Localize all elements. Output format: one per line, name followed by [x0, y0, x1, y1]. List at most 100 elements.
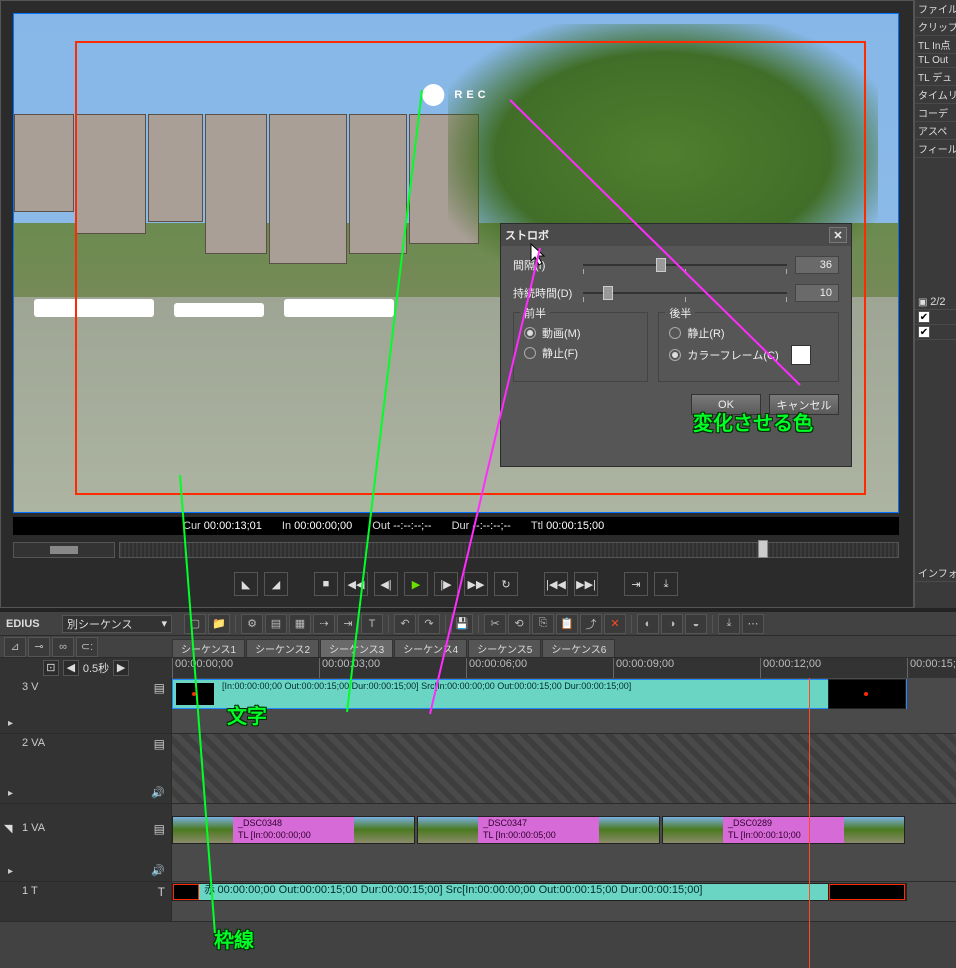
colorframe-radio[interactable]: カラーフレーム(C) — [669, 345, 828, 365]
clip-frame-title[interactable]: 赤 00:00:00;00 Out:00:00:15;00 Dur:00:00:… — [172, 883, 907, 901]
side-check2[interactable]: ✔ — [915, 325, 956, 340]
rec-indicator: REC — [422, 84, 489, 106]
track-va2-content[interactable] — [172, 734, 956, 803]
mode-c[interactable]: ∞ — [52, 637, 74, 657]
stop-button[interactable]: ■ — [314, 572, 338, 596]
scrub-thumb[interactable] — [758, 540, 768, 558]
tool-open[interactable]: 📁 — [208, 614, 230, 634]
tool-undo[interactable]: ↶ — [394, 614, 416, 634]
track-sel-icon[interactable]: ◥ — [4, 822, 12, 835]
interval-value[interactable]: 36 — [795, 256, 839, 274]
tool-exp[interactable]: ⤓ — [718, 614, 740, 634]
tool-delete[interactable]: ✕ — [604, 614, 626, 634]
scrub-mini[interactable] — [13, 542, 115, 558]
seq-tab-1[interactable]: シーケンス1 — [172, 639, 245, 657]
expand-icon[interactable]: ▸ — [8, 866, 13, 877]
playhead[interactable] — [809, 678, 810, 968]
tc-dur: Dur --:--:--;-- — [452, 520, 511, 532]
tool-paste[interactable]: 📋 — [556, 614, 578, 634]
tool-c[interactable]: ⇢ — [313, 614, 335, 634]
zoom-lock[interactable]: ⊡ — [43, 660, 59, 676]
play-button[interactable]: ▶ — [404, 572, 428, 596]
side-tldur: TL デュ — [915, 68, 956, 86]
zoom-level: 0.5秒 — [83, 660, 109, 676]
tool-fx2[interactable]: ◑ — [661, 614, 683, 634]
track-t1-content[interactable]: 赤 00:00:00;00 Out:00:00:15;00 Dur:00:00:… — [172, 882, 956, 921]
sequence-dropdown[interactable]: 別シーケンス▾ — [62, 615, 172, 633]
seq-tab-5[interactable]: シーケンス5 — [468, 639, 541, 657]
tool-e[interactable]: T — [361, 614, 383, 634]
movie-radio[interactable]: 動画(M) — [524, 325, 637, 341]
track-t1-header[interactable]: 1 T T — [0, 882, 172, 921]
dialog-close-button[interactable]: ✕ — [829, 227, 847, 243]
tool-a[interactable]: ▤ — [265, 614, 287, 634]
tool-save[interactable]: 💾 — [451, 614, 473, 634]
seq-tab-3[interactable]: シーケンス3 — [320, 639, 393, 657]
interval-label: 間隔(I) — [513, 257, 575, 273]
track-va2-header[interactable]: 2 VA ▤ ▸ 🔊 — [0, 734, 172, 803]
timecode-bar: Cur 00:00:13;01 In 00:00:00;00 Out --:--… — [13, 517, 899, 535]
seq-tab-6[interactable]: シーケンス6 — [542, 639, 615, 657]
mode-d[interactable]: ⊂: — [76, 637, 98, 657]
scrub-track[interactable] — [119, 542, 899, 558]
step-back-button[interactable]: ◀| — [374, 572, 398, 596]
expand-icon[interactable]: ▸ — [8, 718, 13, 729]
step-fwd-button[interactable]: |▶ — [434, 572, 458, 596]
tool-d[interactable]: ⇥ — [337, 614, 359, 634]
clip-frame-thumb2[interactable] — [828, 883, 906, 901]
track-va1-content[interactable]: _DSC0348 TL [In:00:00:00;00 _DSC0347 TL … — [172, 804, 956, 881]
second-half-label: 後半 — [665, 305, 695, 321]
loop-button[interactable]: ↻ — [494, 572, 518, 596]
clip-rec-title[interactable]: [In:00:00:00;00 Out:00:00:15;00 Dur:00:0… — [172, 679, 907, 709]
tool-replace[interactable]: ⤴ — [580, 614, 602, 634]
mode-b[interactable]: ⊸ — [28, 637, 50, 657]
side-check1[interactable]: ✔ — [915, 310, 956, 325]
clip-rec-thumb — [176, 683, 214, 705]
tool-new[interactable]: ▢ — [184, 614, 206, 634]
expand-icon[interactable]: ▸ — [8, 788, 13, 799]
zoom-in[interactable]: ▶ — [113, 660, 129, 676]
tool-copy[interactable]: ⎘ — [532, 614, 554, 634]
time-ruler[interactable]: 00:00:00;00 00:00:03;00 00:00:06;00 00:0… — [172, 658, 956, 678]
tool-fx1[interactable]: ◐ — [637, 614, 659, 634]
mode-a[interactable]: ⊿ — [4, 637, 26, 657]
tool-cfg[interactable]: ⚙ — [241, 614, 263, 634]
color-swatch[interactable] — [791, 345, 811, 365]
track-v3-header[interactable]: 3 V ▤ ▸ — [0, 678, 172, 733]
still-f-radio[interactable]: 静止(F) — [524, 345, 637, 361]
tc-cur: Cur 00:00:13;01 — [183, 520, 262, 532]
tool-ripple[interactable]: ⟲ — [508, 614, 530, 634]
tool-b[interactable]: ▦ — [289, 614, 311, 634]
track-v3-content[interactable]: [In:00:00:00;00 Out:00:00:15;00 Dur:00:0… — [172, 678, 956, 733]
tool-more[interactable]: ⋯ — [742, 614, 764, 634]
set-in-button[interactable]: ◣ — [234, 572, 258, 596]
go-out-button[interactable]: ▶▶| — [574, 572, 598, 596]
zoom-out[interactable]: ◀ — [63, 660, 79, 676]
seq-tab-2[interactable]: シーケンス2 — [246, 639, 319, 657]
seq-tab-4[interactable]: シーケンス4 — [394, 639, 467, 657]
set-out-button[interactable]: ◢ — [264, 572, 288, 596]
rewind-button[interactable]: ◀◀ — [344, 572, 368, 596]
go-in-button[interactable]: |◀◀ — [544, 572, 568, 596]
ok-button[interactable]: OK — [691, 394, 761, 415]
still-r-radio[interactable]: 静止(R) — [669, 325, 828, 341]
clip-rec-thumb2[interactable] — [828, 679, 906, 709]
tool-fx3[interactable]: ◒ — [685, 614, 707, 634]
ffwd-button[interactable]: ▶▶ — [464, 572, 488, 596]
interval-slider[interactable] — [583, 256, 787, 274]
cancel-button[interactable]: キャンセル — [769, 394, 839, 415]
tool-cut[interactable]: ✂ — [484, 614, 506, 634]
tool-redo[interactable]: ↷ — [418, 614, 440, 634]
clip-dsc0289[interactable]: _DSC0289 TL [In:00:00:10;00 — [662, 816, 905, 844]
dialog-titlebar[interactable]: ストロボ ✕ — [501, 224, 851, 246]
duration-label: 持続時間(D) — [513, 285, 575, 301]
rtick-3: 00:00:03;00 — [319, 658, 380, 678]
clip-dsc0347[interactable]: _DSC0347 TL [In:00:00:05;00 — [417, 816, 660, 844]
insert-button[interactable]: ⇥ — [624, 572, 648, 596]
info-side-panel: ファイル クリップ TL In点 TL Out TL デュ タイムリ コーデ ア… — [914, 0, 956, 608]
duration-slider[interactable] — [583, 284, 787, 302]
track-va1-header[interactable]: ◥ 1 VA ▤ ▸ 🔊 — [0, 804, 172, 881]
clip-dsc0348[interactable]: _DSC0348 TL [In:00:00:00;00 — [172, 816, 415, 844]
overwrite-button[interactable]: ⤓ — [654, 572, 678, 596]
duration-value[interactable]: 10 — [795, 284, 839, 302]
